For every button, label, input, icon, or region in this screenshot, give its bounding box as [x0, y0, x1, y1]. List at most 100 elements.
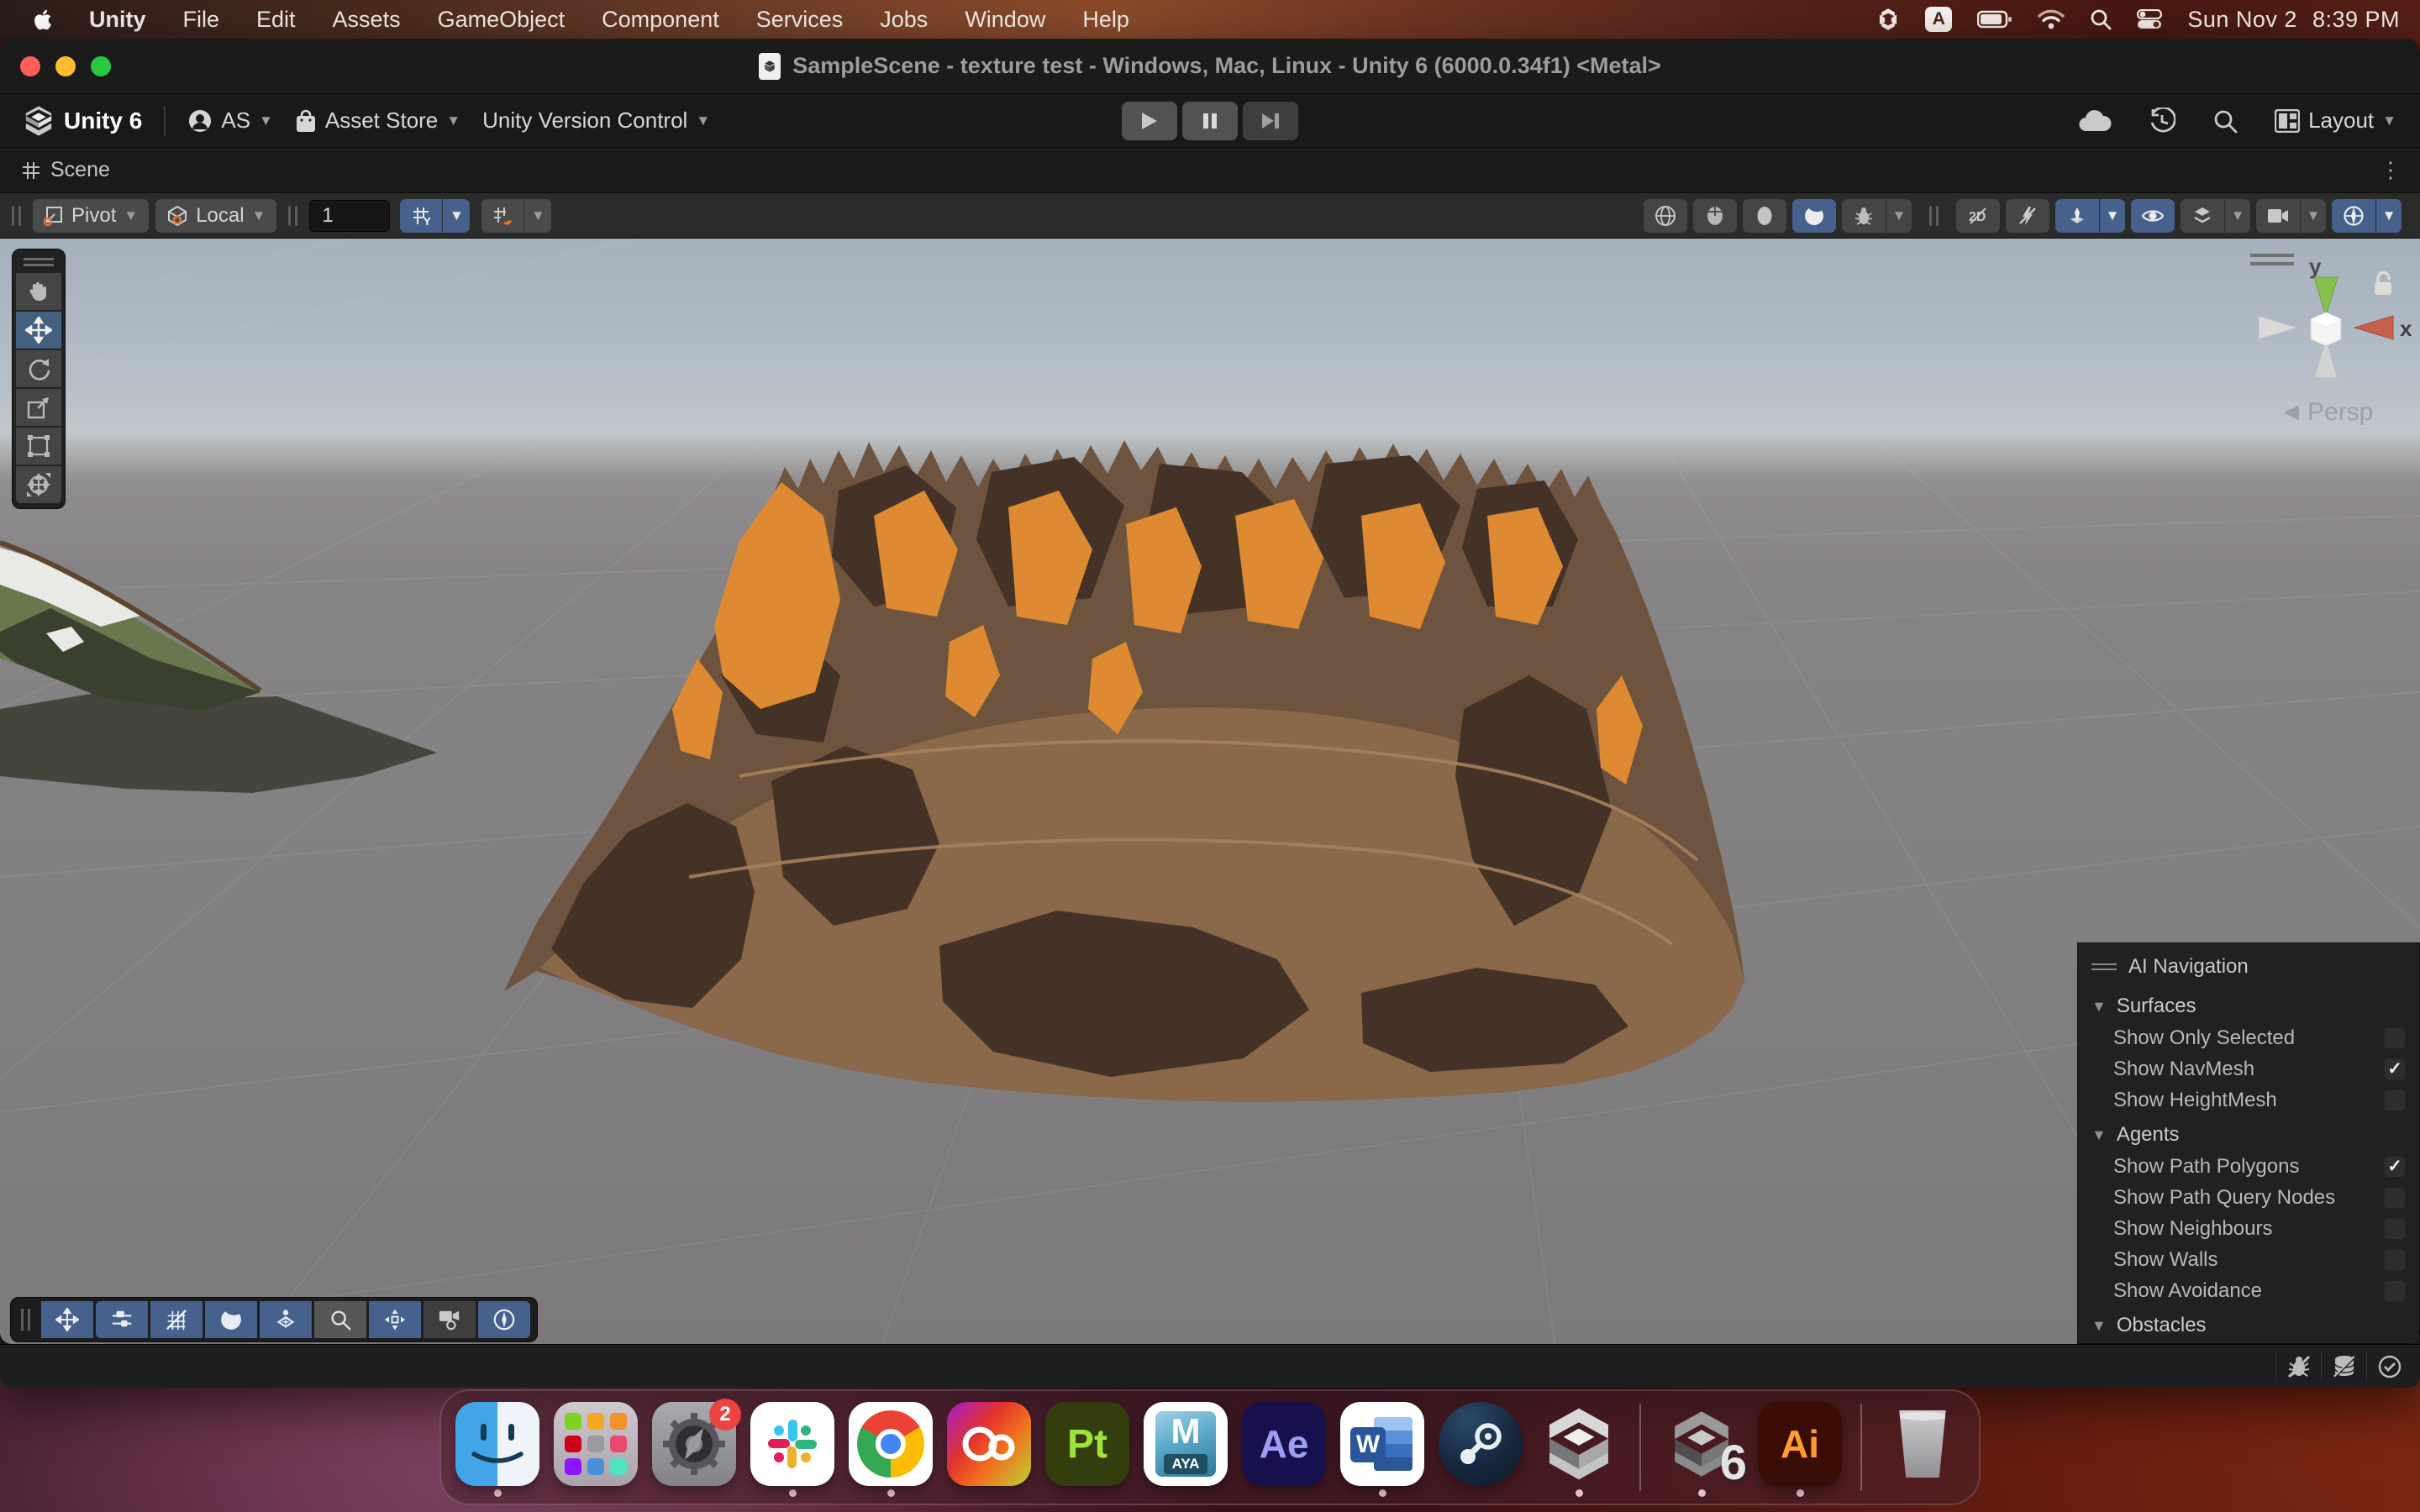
orientation-overlay-button[interactable] [478, 1301, 530, 1338]
dock-launchpad[interactable] [553, 1397, 639, 1498]
wifi-icon[interactable] [2038, 9, 2065, 29]
toolbar-grip[interactable] [1929, 206, 1939, 226]
progress-idle-icon[interactable] [2366, 1352, 2412, 1382]
unity-hub-status-icon[interactable] [1876, 7, 1900, 32]
toolbar-grip[interactable] [12, 206, 21, 226]
lighting-overlay-button[interactable] [205, 1301, 257, 1338]
scene-settings-button[interactable] [96, 1301, 148, 1338]
cloud-services-icon[interactable] [2078, 109, 2112, 133]
gizmo-y-label[interactable]: y [2309, 254, 2322, 279]
tab-options-kebab-icon[interactable]: ⋮ [2380, 157, 2420, 183]
orientation-dropdown[interactable]: Local▼ [155, 199, 276, 233]
input-source-indicator[interactable]: A [1925, 7, 1952, 32]
undo-history-icon[interactable] [2149, 108, 2175, 134]
dock-slack[interactable] [750, 1397, 835, 1498]
dock-word[interactable]: W [1339, 1397, 1425, 1498]
lighting-toggle-button[interactable] [1743, 199, 1786, 233]
cache-server-disconnected-icon[interactable] [2321, 1352, 2366, 1382]
dock-substance-painter[interactable]: Pt [1044, 1397, 1130, 1498]
layout-dropdown[interactable]: Layout▼ [2275, 108, 2396, 134]
gizmo-x-label[interactable]: x [2400, 316, 2412, 341]
orientation-gizmo[interactable]: y x ◄ Persp [2227, 242, 2412, 452]
checkbox-show-only-selected[interactable] [2384, 1027, 2406, 1049]
rect-tool-button[interactable] [16, 428, 61, 465]
camera-button[interactable] [2256, 199, 2300, 233]
gizmo-x-axis-cone[interactable] [2354, 316, 2393, 339]
checkbox-show-walls[interactable] [2384, 1249, 2406, 1271]
move-overlay-button[interactable] [41, 1301, 93, 1338]
menu-help[interactable]: Help [1082, 7, 1129, 33]
play-button[interactable] [1122, 102, 1177, 140]
particles-overlay-button[interactable] [260, 1301, 312, 1338]
hand-tool-button[interactable] [16, 273, 61, 310]
checkbox-show-path-polygons[interactable]: ✓ [2384, 1156, 2406, 1178]
menu-jobs[interactable]: Jobs [880, 7, 928, 33]
dock-chrome[interactable] [848, 1397, 934, 1498]
menu-bar-clock[interactable]: Sun Nov 28:39 PM [2187, 7, 2400, 33]
rotate-tool-button[interactable] [16, 350, 61, 387]
hidden-objects-button[interactable]: 2D [1956, 199, 2000, 233]
menu-assets[interactable]: Assets [333, 7, 401, 33]
terrain-mesh[interactable] [504, 440, 1744, 1102]
navmesh-display-button[interactable] [369, 1301, 421, 1338]
scene-viewport[interactable]: y x ◄ Persp [0, 239, 2420, 1344]
effects-button[interactable] [1842, 199, 1886, 233]
gizmo-persp-label[interactable]: ◄ Persp [2279, 398, 2373, 426]
audio-toggle-button[interactable] [1792, 199, 1836, 233]
menu-component[interactable]: Component [602, 7, 719, 33]
gizmos-dropdown[interactable]: ▼ [2376, 199, 2402, 233]
menu-app-name[interactable]: Unity [89, 7, 146, 33]
dock-maya[interactable]: M AYA [1143, 1397, 1228, 1498]
layers-dropdown[interactable]: ▼ [2225, 199, 2250, 233]
dock-system-settings[interactable]: 2 [651, 1397, 737, 1498]
spotlight-search-icon[interactable] [2090, 8, 2112, 30]
overlay-toolbar-grip[interactable] [21, 1309, 30, 1331]
move-tool-button[interactable] [16, 312, 61, 349]
draw-mode-button[interactable] [1644, 199, 1687, 233]
menu-gameobject[interactable]: GameObject [438, 7, 566, 33]
control-center-icon[interactable] [2137, 9, 2162, 29]
zoom-window-button[interactable] [91, 56, 111, 76]
checkbox-show-heightmesh[interactable] [2384, 1089, 2406, 1111]
gizmo-drag-handle[interactable] [2250, 255, 2294, 264]
menu-window[interactable]: Window [965, 7, 1045, 33]
camera-flash-off-button[interactable] [2006, 199, 2049, 233]
ai-section-surfaces[interactable]: ▼ Surfaces [2078, 987, 2419, 1022]
ai-panel-drag-handle[interactable] [2091, 963, 2117, 970]
overlays-button[interactable] [2055, 199, 2099, 233]
close-window-button[interactable] [20, 56, 40, 76]
menu-services[interactable]: Services [756, 7, 844, 33]
tab-scene[interactable]: Scene [0, 158, 110, 182]
increment-snap-dropdown[interactable]: ▼ [524, 199, 551, 233]
grid-visibility-button[interactable] [150, 1301, 203, 1338]
minimize-window-button[interactable] [55, 56, 76, 76]
effects-dropdown[interactable]: ▼ [1886, 199, 1912, 233]
grid-snap-dropdown[interactable]: ▼ [443, 199, 470, 233]
overlays-dropdown[interactable]: ▼ [2100, 199, 2125, 233]
asset-store-dropdown[interactable]: Asset Store▼ [295, 108, 460, 134]
layers-button[interactable] [2181, 199, 2224, 233]
dock-steam[interactable] [1438, 1397, 1523, 1498]
camera-dropdown[interactable]: ▼ [2301, 199, 2326, 233]
pause-button[interactable] [1182, 102, 1238, 140]
ai-section-agents[interactable]: ▼ Agents [2078, 1116, 2419, 1151]
search-icon[interactable] [2212, 108, 2238, 134]
dock-finder[interactable] [455, 1397, 540, 1498]
tools-drag-handle[interactable] [24, 258, 54, 266]
pivot-mode-dropdown[interactable]: Pivot▼ [33, 199, 149, 233]
toolbar-grip[interactable] [288, 206, 297, 226]
menu-edit[interactable]: Edit [256, 7, 296, 33]
dock-unity-6[interactable]: 6 [1659, 1397, 1744, 1498]
dock-after-effects[interactable]: Ae [1241, 1397, 1327, 1498]
step-button[interactable] [1243, 102, 1298, 140]
gizmo-y-axis-cone[interactable] [2314, 277, 2338, 316]
scene-visibility-button[interactable] [2131, 199, 2175, 233]
gizmos-button[interactable] [2332, 199, 2375, 233]
dock-illustrator[interactable]: Ai [1757, 1397, 1843, 1498]
checkbox-show-navmesh[interactable]: ✓ [2384, 1058, 2406, 1080]
battery-icon[interactable] [1977, 10, 2012, 29]
account-dropdown[interactable]: AS▼ [187, 108, 273, 134]
dock-unity-editor[interactable] [1536, 1397, 1622, 1498]
search-overlay-button[interactable] [314, 1301, 366, 1338]
debugger-detached-icon[interactable] [2275, 1352, 2321, 1382]
